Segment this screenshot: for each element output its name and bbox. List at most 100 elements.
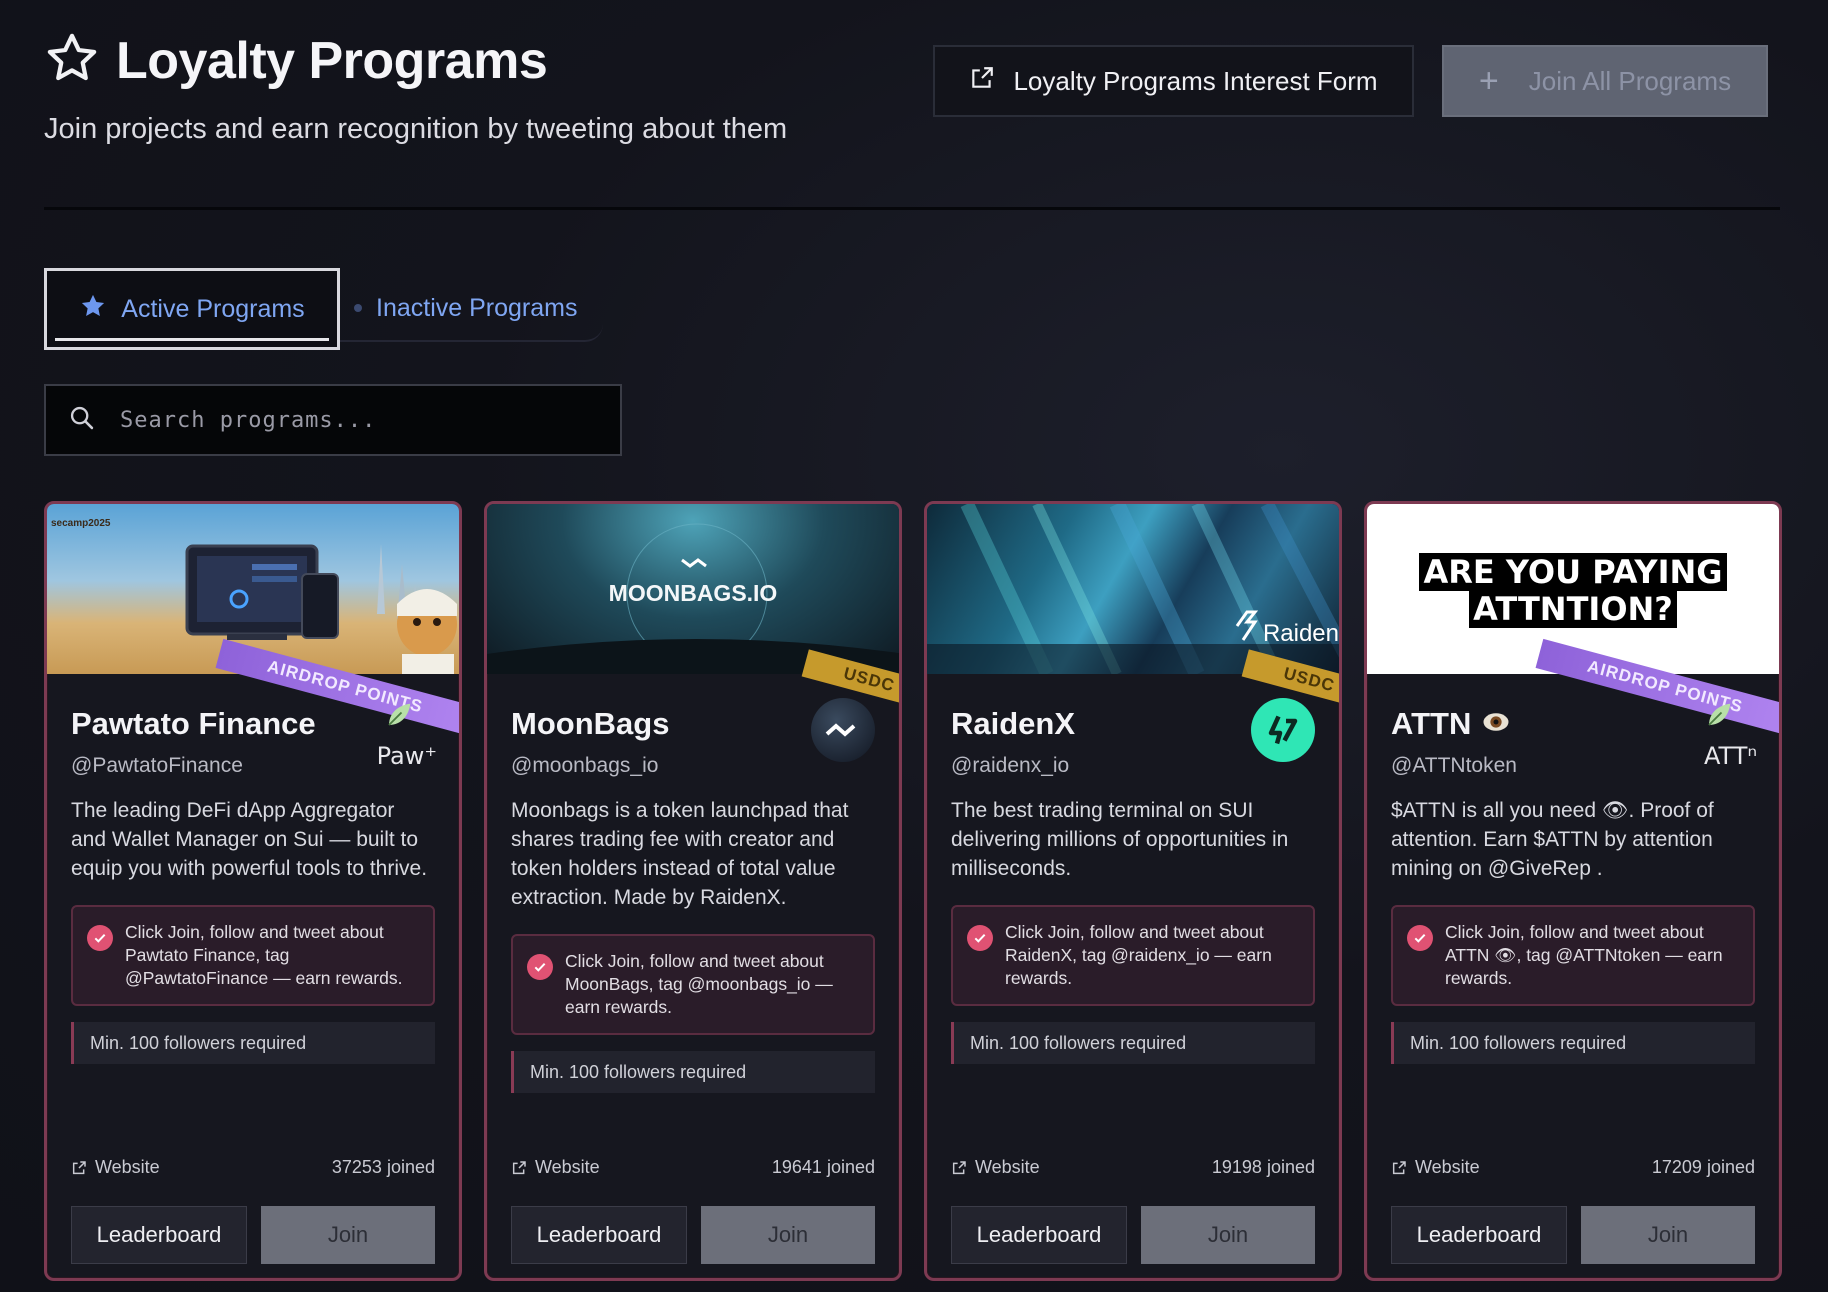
project-logo-text: ATTⁿ <box>1703 742 1757 770</box>
join-instructions-text: Click Join, follow and tweet about ATTN … <box>1445 922 1723 988</box>
external-link-icon <box>512 1160 526 1174</box>
leaf-icon <box>1703 700 1735 735</box>
leaderboard-button[interactable]: Leaderboard <box>511 1206 687 1264</box>
page-header: Loyalty Programs Join projects and earn … <box>44 30 787 146</box>
website-link[interactable]: Website <box>1391 1157 1480 1178</box>
card-actions: Leaderboard Join <box>511 1206 875 1264</box>
card-name-row: ATTN <box>1391 706 1755 742</box>
star-outline-icon <box>44 30 100 91</box>
banner-illustration <box>927 504 1339 674</box>
interest-form-label: Loyalty Programs Interest Form <box>1013 65 1378 96</box>
leaderboard-button[interactable]: Leaderboard <box>951 1206 1127 1264</box>
title-row: Loyalty Programs <box>44 30 787 91</box>
banner-headline: ARE YOU PAYING ATTNTION? <box>1367 553 1779 628</box>
check-circle-icon <box>1407 925 1433 951</box>
follower-requirement: Min. 100 followers required <box>511 1051 875 1093</box>
leaderboard-button[interactable]: Leaderboard <box>1391 1206 1567 1264</box>
banner-caption: Raiden <box>1262 620 1339 647</box>
join-instructions-text: Click Join, follow and tweet about Raide… <box>1005 922 1272 988</box>
card-banner: MOONBAGS.IO <box>487 504 899 674</box>
card-body: ATTⁿ ATTN @ATTNtoken $ATTN is all you ne… <box>1367 674 1779 1064</box>
program-tabs: Active Programs Inactive Programs <box>44 268 604 350</box>
tab-active-label: Active Programs <box>121 294 305 323</box>
leaf-icon <box>383 700 415 735</box>
banner-caption-line2: ATTNTION? <box>1469 590 1677 628</box>
website-label: Website <box>975 1157 1040 1177</box>
join-button[interactable]: Join <box>701 1206 875 1264</box>
card-handle: @raidenx_io <box>951 754 1070 777</box>
moonbags-logo-icon <box>811 698 875 762</box>
raidenx-logo-icon <box>1251 698 1315 762</box>
follower-requirement: Min. 100 followers required <box>71 1022 435 1064</box>
card-actions: Leaderboard Join <box>951 1206 1315 1264</box>
website-link[interactable]: Website <box>951 1157 1040 1178</box>
join-instructions: Click Join, follow and tweet about MoonB… <box>511 934 875 1035</box>
follower-requirement: Min. 100 followers required <box>1391 1022 1755 1064</box>
card-name: RaidenX <box>951 706 1076 741</box>
external-link-icon <box>969 65 995 98</box>
card-description: Moonbags is a token launchpad that share… <box>511 799 849 909</box>
page-title: Loyalty Programs <box>116 31 548 90</box>
project-logo-text: Paw⁺ <box>376 742 437 770</box>
tab-dot-icon <box>354 304 362 312</box>
tab-inactive-programs[interactable]: Inactive Programs <box>340 276 604 342</box>
join-button[interactable]: Join <box>261 1206 435 1264</box>
search-box <box>44 384 622 456</box>
card-footer: Website 17209 joined <box>1391 1157 1755 1178</box>
external-link-icon <box>72 1160 86 1174</box>
card-description: The leading DeFi dApp Aggregator and Wal… <box>71 799 428 880</box>
card-name: ATTN <box>1391 706 1472 741</box>
card-name-row: Pawtato Finance <box>71 706 435 742</box>
page-subtitle: Join projects and earn recognition by tw… <box>44 113 788 145</box>
star-filled-icon <box>79 292 107 327</box>
join-all-label: Join All Programs <box>1528 65 1732 96</box>
joined-count: 19198 joined <box>1211 1157 1315 1177</box>
program-card-pawtato: secamp2025 AIRDROP POINTS Paw⁺ Pawtato F… <box>44 501 462 1281</box>
external-link-icon <box>1392 1160 1406 1174</box>
interest-form-button[interactable]: Loyalty Programs Interest Form <box>933 45 1414 117</box>
joined-count: 19641 joined <box>771 1157 875 1177</box>
card-footer: Website 19198 joined <box>951 1157 1315 1178</box>
card-actions: Leaderboard Join <box>1391 1206 1755 1264</box>
website-link[interactable]: Website <box>511 1157 600 1178</box>
card-banner: Raiden <box>927 504 1339 674</box>
join-instructions: Click Join, follow and tweet about Raide… <box>951 905 1315 1006</box>
header-divider <box>44 207 1780 210</box>
card-name: MoonBags <box>511 706 670 741</box>
card-description: The best trading terminal on SUI deliver… <box>951 799 1289 880</box>
search-icon <box>68 404 96 437</box>
program-card-moonbags: MOONBAGS.IO USDC MoonBags @moonbags_io M… <box>484 501 902 1281</box>
card-name: Pawtato Finance <box>71 706 316 741</box>
check-circle-icon <box>967 925 993 951</box>
banner-caption-line1: ARE YOU PAYING <box>1419 553 1727 591</box>
join-button[interactable]: Join <box>1141 1206 1315 1264</box>
program-card-raidenx: Raiden USDC RaidenX @raidenx_io The best… <box>924 501 1342 1281</box>
join-button[interactable]: Join <box>1581 1206 1755 1264</box>
banner-caption: MOONBAGS.IO <box>608 580 778 606</box>
search-input[interactable] <box>120 407 590 433</box>
card-handle: @ATTNtoken <box>1391 754 1517 777</box>
eye-icon <box>1481 709 1511 740</box>
card-body: Paw⁺ Pawtato Finance @PawtatoFinance The… <box>47 674 459 1064</box>
banner-caption: secamp2025 <box>51 518 111 529</box>
joined-count: 17209 joined <box>1651 1157 1755 1177</box>
card-actions: Leaderboard Join <box>71 1206 435 1264</box>
check-circle-icon <box>527 954 553 980</box>
card-body: RaidenX @raidenx_io The best trading ter… <box>927 674 1339 1064</box>
program-cards: secamp2025 AIRDROP POINTS Paw⁺ Pawtato F… <box>44 501 1782 1281</box>
joined-count: 37253 joined <box>331 1157 435 1177</box>
tab-inactive-label: Inactive Programs <box>376 293 578 322</box>
website-label: Website <box>535 1157 600 1177</box>
leaderboard-button[interactable]: Leaderboard <box>71 1206 247 1264</box>
tab-active-programs[interactable]: Active Programs <box>44 268 340 350</box>
external-link-icon <box>952 1160 966 1174</box>
check-circle-icon <box>87 925 113 951</box>
card-description: $ATTN is all you need 👁. Proof of attent… <box>1391 799 1714 880</box>
join-instructions-text: Click Join, follow and tweet about Pawta… <box>125 922 403 988</box>
card-footer: Website 37253 joined <box>71 1157 435 1178</box>
join-all-button[interactable]: + Join All Programs <box>1442 45 1768 117</box>
website-link[interactable]: Website <box>71 1157 160 1178</box>
card-handle: @moonbags_io <box>511 754 659 777</box>
website-label: Website <box>1415 1157 1480 1177</box>
join-instructions: Click Join, follow and tweet about ATTN … <box>1391 905 1755 1006</box>
